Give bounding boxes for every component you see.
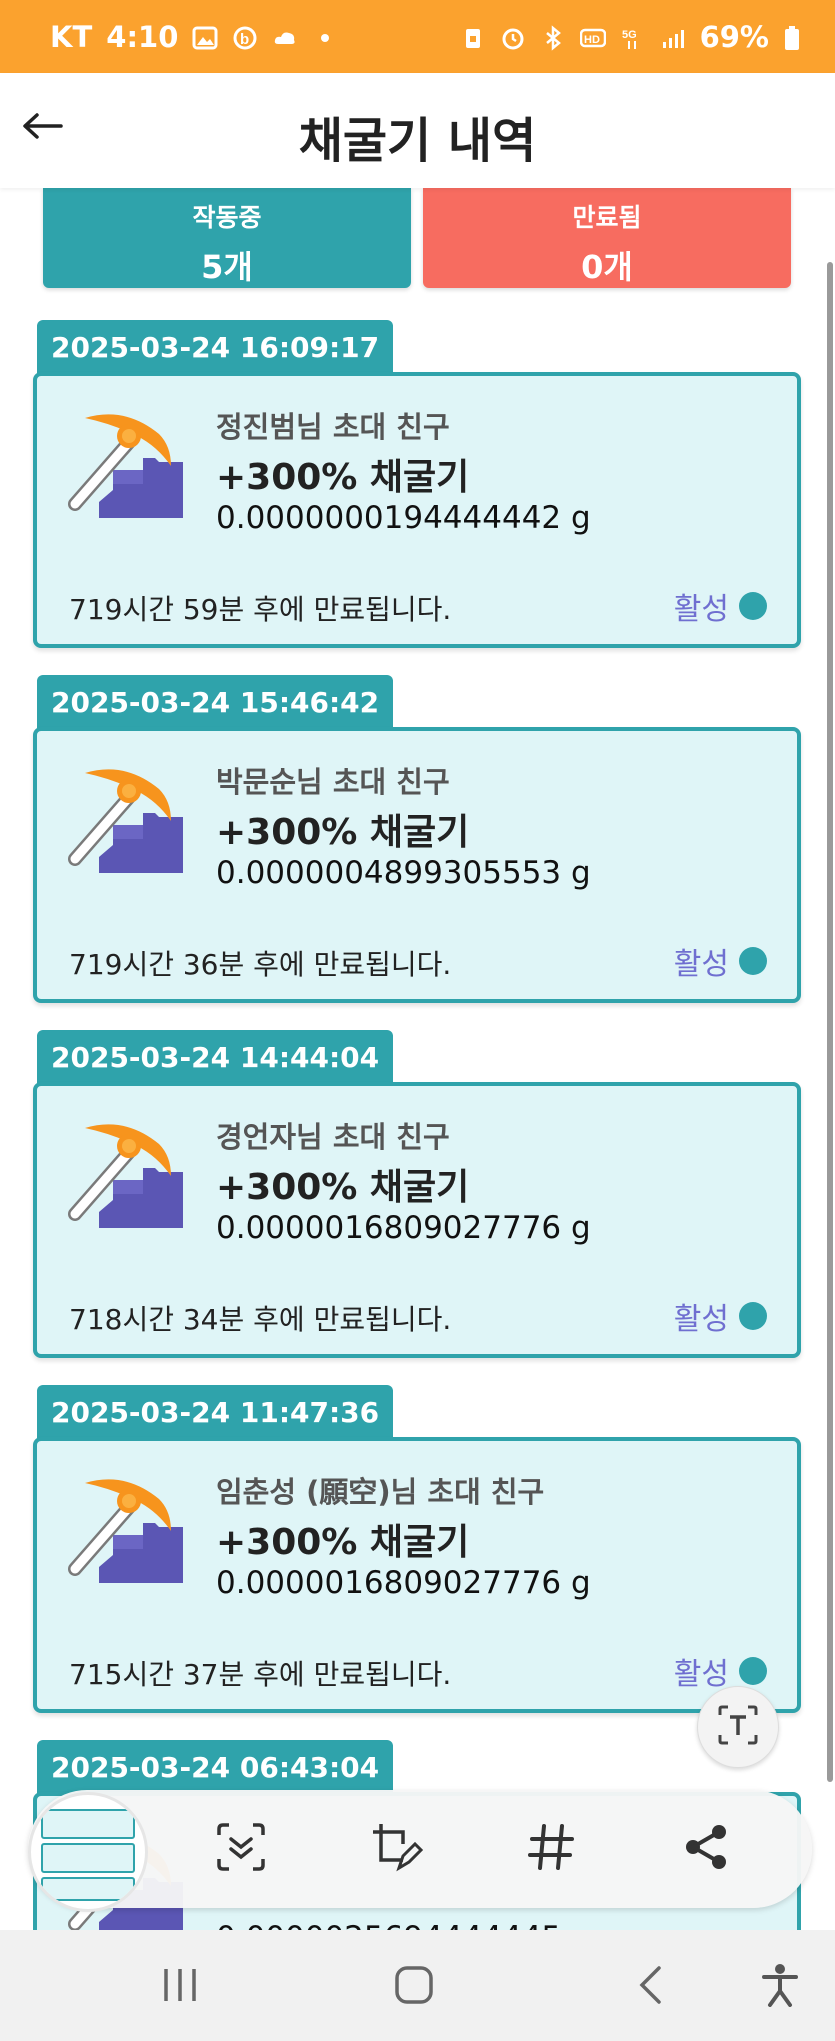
bluetooth-icon xyxy=(540,24,566,51)
miner-name: +300% 채굴기 xyxy=(216,457,470,498)
svg-text:HD: HD xyxy=(584,34,600,46)
status-dot-icon xyxy=(739,592,767,620)
active-miners-tab[interactable]: 작동중 5개 xyxy=(43,188,411,288)
scrollbar[interactable] xyxy=(827,262,833,1782)
miner-name: +300% 채굴기 xyxy=(216,1167,470,1208)
home-button[interactable] xyxy=(384,1960,444,2014)
status-left: KT 4:10 b xyxy=(50,20,338,54)
expired-miners-tab[interactable]: 만료됨 0개 xyxy=(423,188,791,288)
miner-date: 2025-03-24 06:43:04 xyxy=(37,1740,394,1794)
expire-text: 719시간 59분 후에 만료됩니다. xyxy=(69,593,452,626)
status-label: 활성 xyxy=(673,947,729,982)
mined-amount: 0.0000016809027776 g xyxy=(216,1565,591,1601)
status-right: HD 5G 69% xyxy=(460,20,809,54)
miner-card[interactable]: 경언자님 초대 친구 +300% 채굴기 0.0000016809027776 … xyxy=(33,1082,801,1358)
status-badge: 활성 xyxy=(674,939,767,983)
pickaxe-icon xyxy=(68,414,183,518)
miner-date: 2025-03-24 15:46:42 xyxy=(37,675,394,729)
status-label: 활성 xyxy=(673,1302,729,1337)
inviter-name: 경언자님 초대 친구 xyxy=(216,1120,450,1154)
clock: 4:10 xyxy=(106,19,179,54)
share-icon xyxy=(681,1822,731,1876)
hd-icon: HD xyxy=(579,24,606,50)
nav-back-icon xyxy=(635,1965,665,2009)
status-dot-icon xyxy=(739,1657,767,1685)
screenshot-thumbnail[interactable] xyxy=(28,1792,148,1912)
svg-text:5G: 5G xyxy=(622,29,637,41)
scroll-capture-icon xyxy=(215,1821,267,1877)
text-extract-icon xyxy=(716,1703,760,1751)
status-bar: KT 4:10 b HD 5G 69% xyxy=(0,0,835,73)
miner-card[interactable]: 정진범님 초대 친구 +300% 채굴기 0.0000000194444442 … xyxy=(33,372,801,648)
active-label: 작동중 xyxy=(192,203,262,232)
hashtag-icon xyxy=(526,1822,576,1876)
miner-card[interactable]: 임춘성 (願空)님 초대 친구 +300% 채굴기 0.000001680902… xyxy=(33,1437,801,1713)
b-app-icon: b xyxy=(232,24,258,50)
recents-icon xyxy=(160,1967,200,2007)
5g-icon: 5G xyxy=(620,24,646,50)
nav-back-button[interactable] xyxy=(620,1960,680,2014)
status-dot-icon xyxy=(739,1302,767,1330)
home-icon xyxy=(394,1965,434,2009)
miner-date: 2025-03-24 11:47:36 xyxy=(37,1385,394,1439)
summary-panel: 작동중 5개 만료됨 0개 xyxy=(43,188,791,288)
inviter-name: 박문순님 초대 친구 xyxy=(216,765,450,799)
screenshot-toolbar xyxy=(28,1790,812,1912)
miner-name: +300% 채굴기 xyxy=(216,1522,470,1563)
app-bar: 채굴기 내역 xyxy=(0,73,835,188)
miner-date: 2025-03-24 14:44:04 xyxy=(37,1030,394,1084)
status-dot-icon xyxy=(739,947,767,975)
mined-amount: 0.0000000194444442 g xyxy=(216,500,591,536)
expired-count: 0개 xyxy=(581,248,633,286)
battery-percent: 69% xyxy=(699,19,769,54)
inviter-name: 임춘성 (願空)님 초대 친구 xyxy=(216,1475,545,1509)
system-nav-bar xyxy=(0,1930,835,2041)
status-badge: 활성 xyxy=(674,1649,767,1693)
mined-amount: 0.0000016809027776 g xyxy=(216,1210,591,1246)
carrier: KT xyxy=(50,19,93,54)
active-count: 5개 xyxy=(201,248,253,286)
miner-name: +300% 채굴기 xyxy=(216,812,470,853)
alarm-icon xyxy=(500,24,526,50)
status-badge: 활성 xyxy=(674,584,767,628)
battery-icon xyxy=(783,24,809,50)
crop-edit-icon xyxy=(369,1820,424,1878)
share-button[interactable] xyxy=(673,1816,739,1882)
status-label: 활성 xyxy=(673,1657,729,1692)
pickaxe-icon xyxy=(68,1479,183,1583)
scroll-capture-button[interactable] xyxy=(208,1816,274,1882)
expire-text: 715시간 37분 후에 만료됩니다. xyxy=(69,1658,452,1691)
accessibility-button[interactable] xyxy=(750,1960,810,2014)
status-label: 활성 xyxy=(673,592,729,627)
mined-amount: 0.0000025694444445 g xyxy=(216,1920,591,1930)
signal-icon xyxy=(660,24,686,50)
pickaxe-icon xyxy=(68,769,183,873)
mined-amount: 0.0000004899305553 g xyxy=(216,855,591,891)
tag-button[interactable] xyxy=(518,1816,584,1882)
crop-edit-button[interactable] xyxy=(363,1816,429,1882)
recents-button[interactable] xyxy=(150,1960,210,2014)
page-title: 채굴기 내역 xyxy=(298,113,537,169)
gallery-icon xyxy=(192,24,218,50)
cloud-icon xyxy=(272,24,298,50)
miner-date: 2025-03-24 16:09:17 xyxy=(37,320,394,374)
expired-label: 만료됨 xyxy=(572,203,642,232)
clipboard-icon xyxy=(460,24,486,50)
expire-text: 718시간 34분 후에 만료됩니다. xyxy=(69,1303,452,1336)
pickaxe-icon xyxy=(68,1124,183,1228)
expire-text: 719시간 36분 후에 만료됩니다. xyxy=(69,948,452,981)
svg-text:b: b xyxy=(240,31,249,48)
text-extract-button[interactable] xyxy=(697,1686,779,1768)
notification-dot-icon xyxy=(312,24,338,50)
inviter-name: 정진범님 초대 친구 xyxy=(216,410,450,444)
accessibility-icon xyxy=(760,1963,800,2011)
status-badge: 활성 xyxy=(674,1294,767,1338)
miner-card[interactable]: 박문순님 초대 친구 +300% 채굴기 0.0000004899305553 … xyxy=(33,727,801,1003)
